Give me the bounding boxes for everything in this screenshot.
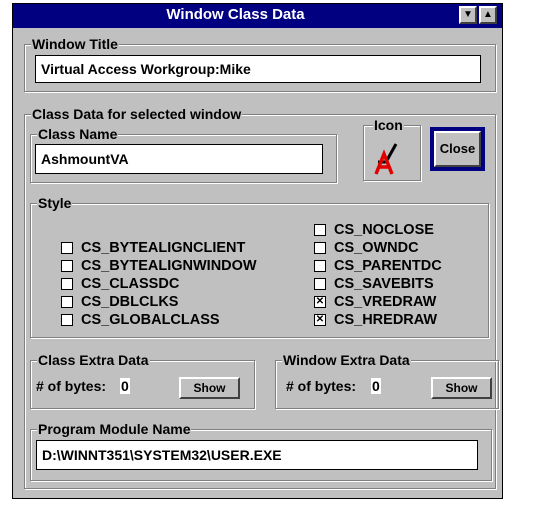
class-data-group-label: Class Data for selected window bbox=[31, 105, 243, 123]
icon-label: Icon bbox=[373, 116, 404, 134]
checkbox-box bbox=[314, 242, 326, 254]
checkbox-box bbox=[61, 278, 73, 290]
program-module-label: Program Module Name bbox=[37, 420, 192, 438]
maximize-button[interactable]: ▲ bbox=[479, 6, 497, 24]
checkbox-label: CS_PARENTDC bbox=[334, 258, 442, 274]
checkbox-box bbox=[61, 242, 73, 254]
class-data-group: Class Data for selected window Class Nam… bbox=[24, 105, 499, 489]
checkbox-label: CS_OWNDC bbox=[334, 240, 419, 256]
close-button-default-frame: Close bbox=[430, 127, 485, 171]
program-module-field[interactable]: D:\WINNT351\SYSTEM32\USER.EXE bbox=[36, 440, 478, 470]
checkbox-box-checked: ✕ bbox=[314, 296, 326, 308]
window-title: Window Class Data bbox=[166, 6, 305, 23]
checkbox-cs-classdc[interactable]: CS_CLASSDC bbox=[61, 275, 179, 293]
class-bytes-label: # of bytes: bbox=[36, 378, 107, 394]
dropdown-arrow-icon: ▼ bbox=[463, 9, 473, 20]
class-name-label: Class Name bbox=[37, 125, 119, 143]
checkbox-cs-noclose[interactable]: CS_NOCLOSE bbox=[314, 221, 434, 239]
window-title-group-label: Window Title bbox=[31, 35, 119, 53]
checkbox-box bbox=[314, 260, 326, 272]
checkbox-label: CS_NOCLOSE bbox=[334, 222, 434, 238]
icon-group: Icon bbox=[363, 116, 421, 181]
window-title-field[interactable]: Virtual Access Workgroup:Mike bbox=[35, 55, 481, 83]
class-name-group: Class Name AshmountVA bbox=[30, 125, 337, 183]
window-bytes-label: # of bytes: bbox=[286, 378, 357, 394]
up-arrow-icon: ▲ bbox=[483, 9, 493, 20]
checkbox-label: CS_VREDRAW bbox=[334, 294, 437, 310]
window-extra-data-group: Window Extra Data # of bytes: 0 Show bbox=[275, 351, 499, 409]
checkbox-cs-savebits[interactable]: CS_SAVEBITS bbox=[314, 275, 434, 293]
minimize-button[interactable]: ▼ bbox=[459, 6, 477, 24]
class-extra-data-group: Class Extra Data # of bytes: 0 Show bbox=[30, 351, 255, 409]
window-class-data-dialog: Window Class Data ▼ ▲ Window Title Virtu… bbox=[12, 3, 503, 499]
checkbox-label: CS_HREDRAW bbox=[334, 312, 438, 328]
checkbox-box bbox=[61, 296, 73, 308]
checkbox-cs-parentdc[interactable]: CS_PARENTDC bbox=[314, 257, 442, 275]
checkbox-label: CS_GLOBALCLASS bbox=[81, 312, 220, 328]
checkbox-cs-bytealignclient[interactable]: CS_BYTEALIGNCLIENT bbox=[61, 239, 245, 257]
checkbox-cs-dblclks[interactable]: CS_DBLCLKS bbox=[61, 293, 178, 311]
checkbox-label: CS_DBLCLKS bbox=[81, 294, 179, 310]
class-extra-show-button[interactable]: Show bbox=[179, 377, 240, 399]
checkbox-box-checked: ✕ bbox=[314, 314, 326, 326]
checkbox-label: CS_SAVEBITS bbox=[334, 276, 434, 292]
window-bytes-value: 0 bbox=[371, 378, 381, 394]
close-button[interactable]: Close bbox=[434, 131, 481, 167]
checkbox-label: CS_BYTEALIGNWINDOW bbox=[81, 258, 257, 274]
title-bar[interactable]: Window Class Data ▼ ▲ bbox=[13, 4, 502, 28]
window-extra-show-button[interactable]: Show bbox=[431, 377, 492, 399]
checkbox-label: CS_BYTEALIGNCLIENT bbox=[81, 240, 246, 256]
checkbox-box bbox=[61, 260, 73, 272]
window-extra-data-label: Window Extra Data bbox=[282, 351, 411, 369]
checkbox-box bbox=[61, 314, 73, 326]
checkbox-box bbox=[314, 224, 326, 236]
class-name-field[interactable]: AshmountVA bbox=[35, 144, 323, 174]
checkbox-cs-vredraw[interactable]: ✕ CS_VREDRAW bbox=[314, 293, 436, 311]
style-group: Style CS_BYTEALIGNCLIENT CS_BYTEALIGNWIN… bbox=[30, 194, 489, 338]
checkbox-cs-bytealignwindow[interactable]: CS_BYTEALIGNWINDOW bbox=[61, 257, 257, 275]
checkbox-cs-hredraw[interactable]: ✕ CS_HREDRAW bbox=[314, 311, 437, 329]
window-title-group: Window Title Virtual Access Workgroup:Mi… bbox=[24, 35, 496, 92]
program-module-group: Program Module Name D:\WINNT351\SYSTEM32… bbox=[30, 420, 492, 481]
checkbox-cs-owndc[interactable]: CS_OWNDC bbox=[314, 239, 419, 257]
checkbox-cs-globalclass[interactable]: CS_GLOBALCLASS bbox=[61, 311, 220, 329]
class-extra-data-label: Class Extra Data bbox=[37, 351, 150, 369]
checkbox-box bbox=[314, 278, 326, 290]
app-icon bbox=[374, 143, 398, 175]
class-bytes-value: 0 bbox=[120, 378, 130, 394]
checkbox-label: CS_CLASSDC bbox=[81, 276, 180, 292]
style-group-label: Style bbox=[37, 194, 73, 212]
